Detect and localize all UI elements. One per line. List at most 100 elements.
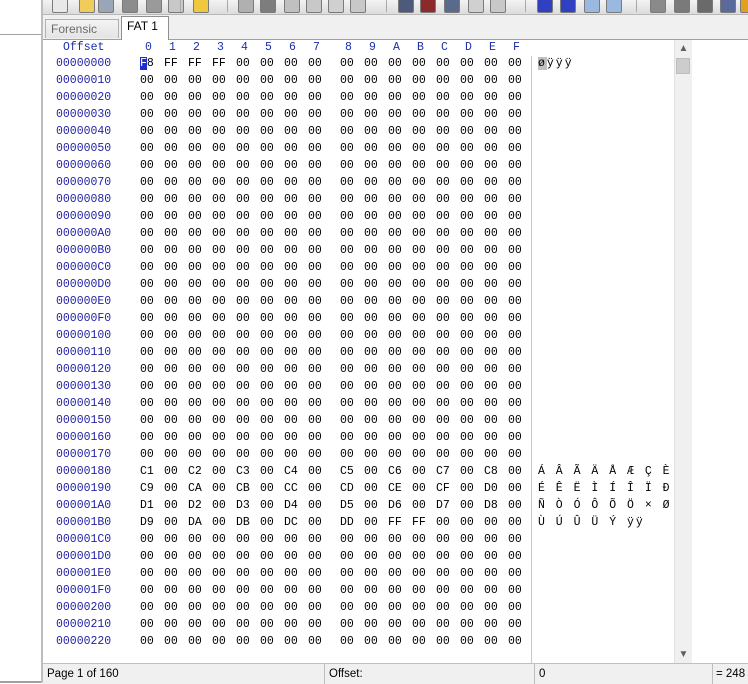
hex-byte[interactable]: 00	[236, 74, 250, 87]
hex-byte[interactable]: 00	[484, 176, 498, 189]
hex-byte[interactable]: 00	[164, 618, 178, 631]
hex-byte[interactable]: 00	[284, 431, 298, 444]
hex-byte[interactable]: 00	[188, 210, 202, 223]
hex-byte[interactable]: 00	[236, 125, 250, 138]
hex-byte[interactable]: 00	[364, 380, 378, 393]
hex-byte[interactable]: 00	[260, 516, 274, 529]
hex-byte[interactable]: 00	[460, 244, 474, 257]
hex-byte[interactable]: DC	[284, 516, 298, 529]
hex-byte[interactable]: 00	[436, 618, 450, 631]
hex-byte[interactable]: 00	[364, 142, 378, 155]
hex-byte[interactable]: C4	[284, 465, 298, 478]
hex-byte[interactable]: 00	[188, 329, 202, 342]
hex-byte[interactable]: 00	[188, 261, 202, 274]
hex-byte[interactable]: 00	[436, 567, 450, 580]
hex-byte[interactable]: 00	[164, 550, 178, 563]
hex-byte[interactable]: 00	[508, 108, 522, 121]
hex-byte[interactable]: 00	[364, 601, 378, 614]
hex-byte[interactable]: 00	[364, 210, 378, 223]
hex-byte[interactable]: 00	[164, 244, 178, 257]
hex-byte[interactable]: 00	[140, 227, 154, 240]
hex-byte[interactable]: 00	[436, 74, 450, 87]
hex-byte[interactable]: 00	[140, 550, 154, 563]
hex-byte[interactable]: 00	[140, 380, 154, 393]
hex-byte[interactable]: 00	[436, 57, 450, 70]
hex-byte[interactable]: 00	[484, 159, 498, 172]
hex-byte[interactable]: 00	[308, 108, 322, 121]
hex-byte[interactable]: 00	[308, 533, 322, 546]
hex-byte[interactable]: 00	[308, 142, 322, 155]
hex-byte[interactable]: 00	[212, 142, 226, 155]
hex-byte[interactable]: CB	[236, 482, 250, 495]
hex-byte[interactable]: 00	[260, 601, 274, 614]
hex-byte[interactable]: 00	[236, 142, 250, 155]
hex-byte[interactable]: 00	[484, 57, 498, 70]
hex-byte[interactable]: 00	[164, 193, 178, 206]
hex-byte[interactable]: 00	[340, 295, 354, 308]
hex-byte[interactable]: CE	[388, 482, 402, 495]
hex-byte[interactable]: 00	[412, 108, 426, 121]
hex-byte[interactable]: 00	[164, 601, 178, 614]
hex-byte[interactable]: 00	[436, 278, 450, 291]
hex-byte[interactable]: 00	[340, 91, 354, 104]
hex-byte[interactable]: 00	[260, 635, 274, 648]
hex-byte[interactable]: 00	[460, 533, 474, 546]
hex-byte[interactable]: DB	[236, 516, 250, 529]
hex-byte[interactable]: 00	[260, 312, 274, 325]
hex-byte[interactable]: 00	[212, 431, 226, 444]
hex-byte[interactable]: 00	[308, 261, 322, 274]
hex-byte[interactable]: 00	[236, 448, 250, 461]
hex-byte[interactable]: 00	[364, 91, 378, 104]
hex-byte[interactable]: 00	[284, 448, 298, 461]
hex-byte[interactable]: 00	[388, 329, 402, 342]
memory-icon[interactable]	[697, 0, 713, 13]
hex-byte[interactable]: 00	[508, 74, 522, 87]
hex-byte[interactable]: 00	[412, 431, 426, 444]
hex-byte[interactable]: 00	[340, 550, 354, 563]
hex-byte[interactable]: 00	[484, 635, 498, 648]
hex-byte[interactable]: 00	[460, 312, 474, 325]
hex-byte[interactable]: 00	[412, 550, 426, 563]
hex-byte[interactable]: 00	[236, 397, 250, 410]
hex-byte[interactable]: 00	[484, 227, 498, 240]
hex-byte[interactable]: 00	[436, 516, 450, 529]
hex-byte[interactable]: 00	[188, 346, 202, 359]
hex-byte[interactable]: 00	[188, 312, 202, 325]
hex-byte[interactable]: 00	[340, 380, 354, 393]
hex-byte[interactable]: 00	[308, 584, 322, 597]
hex-byte[interactable]: 00	[388, 431, 402, 444]
hex-byte[interactable]: 00	[364, 516, 378, 529]
hex-byte[interactable]: 00	[260, 567, 274, 580]
hex-byte[interactable]: 00	[388, 193, 402, 206]
back-icon[interactable]	[584, 0, 600, 13]
hex-byte[interactable]: D5	[340, 499, 354, 512]
hex-byte[interactable]: 00	[508, 312, 522, 325]
hex-byte[interactable]: 00	[508, 550, 522, 563]
hex-byte[interactable]: 00	[236, 567, 250, 580]
hex-byte[interactable]: 00	[164, 448, 178, 461]
hex-byte[interactable]: 00	[484, 380, 498, 393]
hex-byte[interactable]: 00	[308, 465, 322, 478]
hex-byte[interactable]: 00	[164, 567, 178, 580]
hex-byte[interactable]: 00	[484, 91, 498, 104]
hex-byte[interactable]: 00	[260, 448, 274, 461]
hex-byte[interactable]: 00	[388, 210, 402, 223]
hex-byte[interactable]: 00	[212, 601, 226, 614]
hex-byte[interactable]: 00	[308, 57, 322, 70]
hex-byte[interactable]: 00	[308, 278, 322, 291]
hex-byte[interactable]: 00	[188, 431, 202, 444]
hex-byte[interactable]: 00	[508, 431, 522, 444]
hex-byte[interactable]: 00	[260, 295, 274, 308]
hex-byte[interactable]: 00	[308, 210, 322, 223]
hex-byte[interactable]: 00	[340, 567, 354, 580]
hex-byte[interactable]: 00	[484, 74, 498, 87]
hex-byte[interactable]: 00	[340, 414, 354, 427]
hex-byte[interactable]: 00	[140, 346, 154, 359]
hex-byte[interactable]: 00	[164, 176, 178, 189]
jump-icon[interactable]	[560, 0, 576, 13]
hex-byte[interactable]: 00	[164, 397, 178, 410]
hex-byte[interactable]: 00	[188, 108, 202, 121]
hex-byte[interactable]: 00	[308, 601, 322, 614]
hex-byte[interactable]: 00	[188, 125, 202, 138]
hex-byte[interactable]: 00	[340, 261, 354, 274]
